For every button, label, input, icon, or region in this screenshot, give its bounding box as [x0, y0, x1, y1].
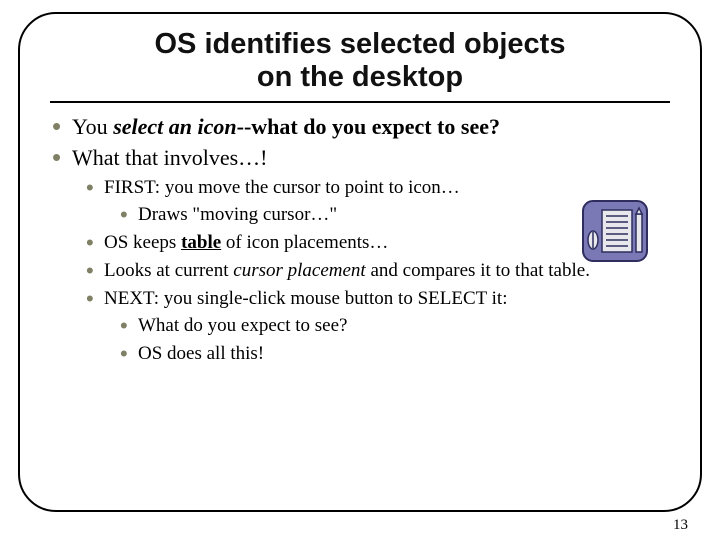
bullet-2-3: Looks at current cursor placement and co… [86, 259, 670, 283]
bullet-2-4-1-text: What do you expect to see? [138, 315, 347, 336]
desktop-clipart-icon [582, 200, 648, 262]
bullet-1: You select an icon--what do you expect t… [52, 113, 670, 141]
bullet-2-text: What that involves…! [72, 145, 268, 170]
bullet-2-4: NEXT: you single-click mouse button to S… [86, 287, 670, 311]
bullet-2-4-1: What do you expect to see? [120, 314, 670, 338]
bullet-2-4-text: NEXT: you single-click mouse button to S… [104, 288, 507, 309]
slide-title: OS identifies selected objects on the de… [50, 28, 670, 95]
bullet-2-1-text: FIRST: you move the cursor to point to i… [104, 177, 460, 198]
bullet-1-emph: select an icon [113, 114, 236, 139]
bullet-2-2-link: table [181, 232, 221, 253]
title-line-1: OS identifies selected objects [155, 28, 566, 60]
title-line-2: on the desktop [257, 61, 463, 93]
bullet-1-post: --what do you expect to see? [237, 114, 500, 139]
bullet-2-3-pre: Looks at current [104, 260, 233, 281]
bullet-2-3-emph: cursor placement [233, 260, 365, 281]
bullet-2-2-pre: OS keeps [104, 232, 181, 253]
bullet-2-4-2-text: OS does all this! [138, 343, 264, 364]
bullet-2-1: FIRST: you move the cursor to point to i… [86, 176, 670, 200]
bullet-2: What that involves…! [52, 144, 670, 172]
title-underline [50, 101, 670, 103]
bullet-2-3-post: and compares it to that table. [366, 260, 590, 281]
bullet-2-1-1-text: Draws "moving cursor…" [138, 204, 337, 225]
slide-content: You select an icon--what do you expect t… [50, 113, 670, 366]
slide-frame: OS identifies selected objects on the de… [18, 12, 702, 512]
bullet-2-2-post: of icon placements… [221, 232, 388, 253]
bullet-1-pre: You [72, 114, 113, 139]
bullet-2-4-2: OS does all this! [120, 342, 670, 366]
page-number: 13 [673, 517, 688, 534]
